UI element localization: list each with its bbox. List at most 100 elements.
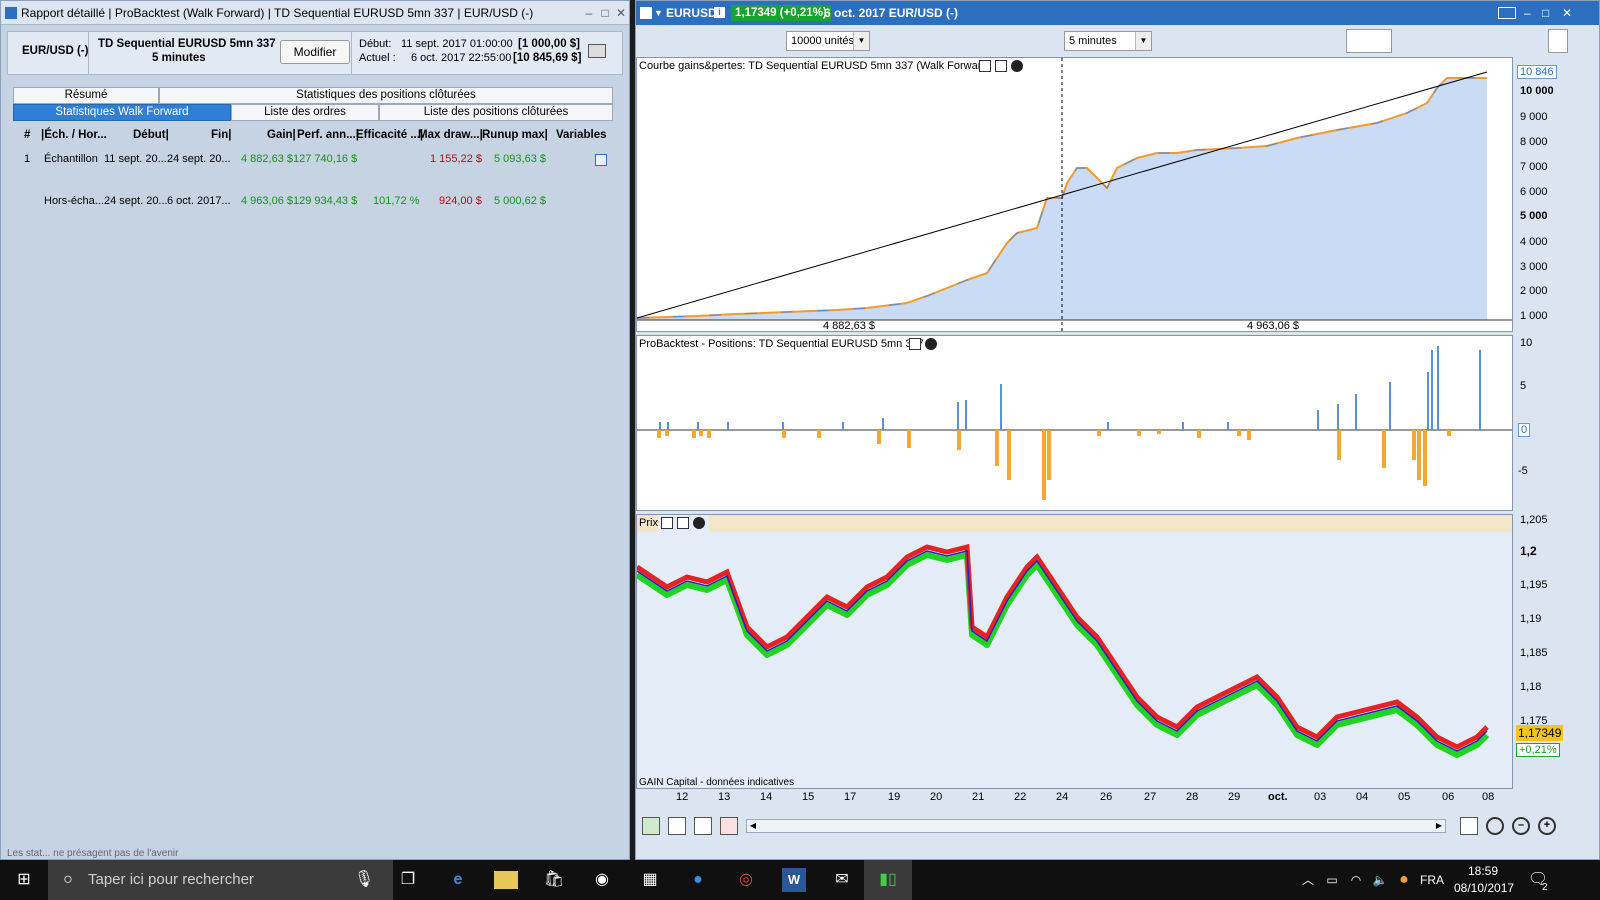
volume-icon[interactable]: 🔈 xyxy=(1368,868,1392,892)
symbol-dropdown[interactable]: ▼ xyxy=(654,1,663,25)
chevron-up-icon[interactable]: ︿ xyxy=(1296,868,1320,892)
position-bar xyxy=(1412,430,1416,460)
store-icon[interactable]: 🛍 xyxy=(542,868,566,892)
units-select[interactable]: 10000 unités ▼ xyxy=(786,31,870,51)
battery-icon[interactable]: ▭ xyxy=(1320,868,1344,892)
zoom-fit-icon[interactable] xyxy=(642,817,660,835)
col-drawdown[interactable]: Max draw...| xyxy=(418,129,483,141)
language-label[interactable]: FRA xyxy=(1420,873,1444,887)
cursor-icon[interactable] xyxy=(668,817,686,835)
close-panel-icon[interactable] xyxy=(925,338,937,350)
price-tick: 1,18 xyxy=(1520,681,1542,693)
taskbar-search[interactable]: Taper ici pour rechercher xyxy=(48,860,393,900)
position-bar xyxy=(697,422,699,430)
app-icon[interactable]: ● xyxy=(686,868,710,892)
col-end[interactable]: Fin| xyxy=(211,129,231,141)
list-icon[interactable] xyxy=(694,817,712,835)
print-icon[interactable] xyxy=(588,44,606,58)
scrollbar[interactable]: ◀ ▶ xyxy=(746,819,1446,833)
col-efficiency[interactable]: Efficacité ...| xyxy=(356,129,423,141)
position-bar xyxy=(1007,430,1011,480)
symbol-label[interactable]: EURUSD xyxy=(666,1,717,25)
position-bar xyxy=(1337,404,1339,430)
app-icon[interactable]: ◉ xyxy=(590,868,614,892)
tab-closed-positions[interactable]: Liste des positions clôturées xyxy=(379,104,613,121)
interval-select[interactable]: 5 minutes ▼ xyxy=(1064,31,1152,51)
tab-orders[interactable]: Liste des ordres xyxy=(231,104,379,121)
variables-icon[interactable] xyxy=(595,154,607,166)
mail-icon[interactable]: ✉ xyxy=(830,868,854,892)
task-view-icon[interactable]: ❐ xyxy=(396,868,420,892)
col-perf[interactable]: Perf. ann...| xyxy=(297,129,359,141)
col-num[interactable]: # xyxy=(24,129,30,141)
chart-window: ▼ EURUSD i 1,17349 (+0,21%) 6 oct. 2017 … xyxy=(635,0,1600,860)
position-bar xyxy=(1237,430,1241,436)
info-icon[interactable]: i xyxy=(714,7,725,18)
minimize-icon[interactable]: – xyxy=(1524,1,1531,25)
word-icon[interactable]: W xyxy=(782,868,806,892)
clock-date[interactable]: 08/10/2017 xyxy=(1454,881,1514,895)
calculator-icon[interactable]: ▦ xyxy=(638,868,662,892)
position-bar xyxy=(1247,430,1251,440)
position-bar xyxy=(659,422,661,430)
wrench-icon[interactable] xyxy=(661,517,673,529)
table-row[interactable]: Hors-écha... 24 sept. 20... 6 oct. 2017.… xyxy=(13,195,619,213)
wifi-icon[interactable]: ◠ xyxy=(1344,868,1368,892)
close-icon[interactable]: ✕ xyxy=(1562,1,1572,25)
search-placeholder: Taper ici pour rechercher xyxy=(88,871,254,888)
window-icon[interactable] xyxy=(909,338,921,350)
tab-closed-stats[interactable]: Statistiques des positions clôturées xyxy=(159,87,613,104)
scroll-left-icon[interactable]: ◀ xyxy=(747,820,759,832)
close-panel-icon[interactable] xyxy=(1011,60,1023,72)
maximize-icon[interactable]: □ xyxy=(597,5,613,21)
edge-icon[interactable]: e xyxy=(446,868,470,892)
prorealtime-icon[interactable]: ▮▯ xyxy=(876,868,900,892)
timeframe-label: 5 minutes xyxy=(152,52,206,64)
position-bar xyxy=(842,422,844,430)
row-end: 6 oct. 2017... xyxy=(167,195,231,207)
close-panel-icon[interactable] xyxy=(693,517,705,529)
zoom-in-icon[interactable]: + xyxy=(1538,817,1556,835)
app-tray-icon[interactable]: ● xyxy=(1392,868,1416,892)
col-variables[interactable]: Variables xyxy=(556,129,607,141)
price-tick: 1,185 xyxy=(1520,647,1548,659)
position-bar xyxy=(1227,422,1229,430)
window-icon[interactable] xyxy=(677,517,689,529)
window-icon[interactable] xyxy=(995,60,1007,72)
zoom-tool-icon[interactable] xyxy=(1460,817,1478,835)
table-row[interactable]: 1 Échantillon 11 sept. 20... 24 sept. 20… xyxy=(13,153,619,171)
zoom-area-icon[interactable] xyxy=(1486,817,1504,835)
col-runup[interactable]: Runup max| xyxy=(482,129,548,141)
side-panel-icon[interactable] xyxy=(1548,29,1568,53)
wrench-icon[interactable] xyxy=(979,60,991,72)
position-bar xyxy=(1389,382,1391,430)
tab-summary[interactable]: Résumé xyxy=(13,87,159,104)
close-icon[interactable]: ✕ xyxy=(613,5,629,21)
file-explorer-icon[interactable] xyxy=(494,871,518,889)
zoom-out-icon[interactable]: – xyxy=(1512,817,1530,835)
col-gain[interactable]: Gain| xyxy=(267,129,296,141)
row-start: 24 sept. 20... xyxy=(104,195,168,207)
windows-start-icon[interactable]: ⊞ xyxy=(12,868,36,892)
x-axis-label: 05 xyxy=(1398,791,1411,803)
clock-time[interactable]: 18:59 xyxy=(1468,864,1498,878)
modify-button[interactable]: Modifier xyxy=(280,40,350,64)
row-perf: 129 934,43 $ xyxy=(293,195,358,207)
position-bar xyxy=(817,430,821,438)
row-efficiency: 101,72 % xyxy=(373,195,420,207)
keyboard-icon[interactable] xyxy=(1498,7,1516,19)
chrome-icon[interactable]: ◎ xyxy=(734,868,758,892)
x-axis-label: 27 xyxy=(1144,791,1157,803)
microphone-icon[interactable]: 🎙 xyxy=(352,868,376,892)
col-sample[interactable]: |Éch. / Hor... xyxy=(41,129,107,141)
maximize-icon[interactable]: □ xyxy=(1542,1,1549,25)
indicators-button[interactable] xyxy=(1346,29,1392,53)
tab-walk-forward-stats[interactable]: Statistiques Walk Forward xyxy=(13,104,231,121)
walk-forward-table: # |Éch. / Hor... Début| Fin| Gain| Perf.… xyxy=(13,125,619,848)
minimize-icon[interactable]: – xyxy=(581,5,597,21)
position-bar xyxy=(692,430,696,438)
scroll-right-icon[interactable]: ▶ xyxy=(1433,820,1445,832)
grid-icon[interactable] xyxy=(720,817,738,835)
chart-window-title: ▼ EURUSD i 1,17349 (+0,21%) 6 oct. 2017 … xyxy=(636,1,1599,25)
col-start[interactable]: Début| xyxy=(133,129,169,141)
